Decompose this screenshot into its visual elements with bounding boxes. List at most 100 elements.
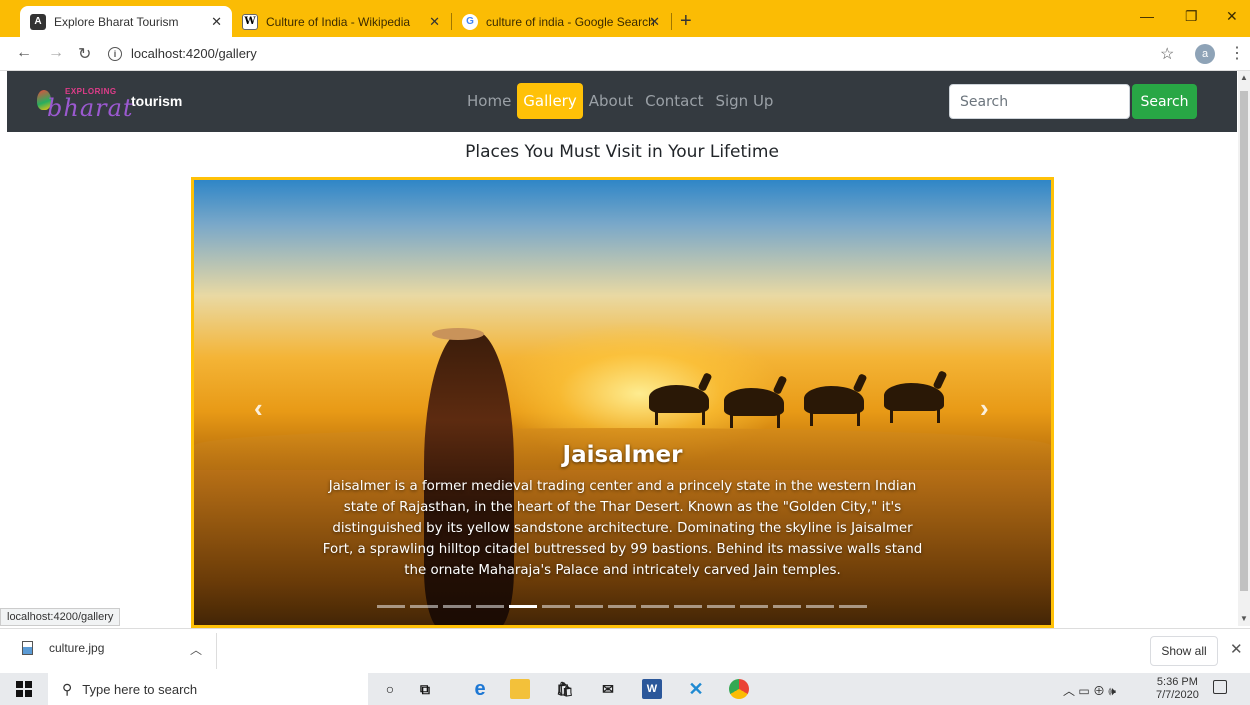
site-navbar: EXPLORING bharat tourism Home Gallery Ab… bbox=[7, 71, 1237, 132]
search-icon: ⚲ bbox=[62, 680, 73, 697]
notification-icon[interactable] bbox=[1213, 680, 1227, 694]
edge-icon[interactable]: e bbox=[470, 678, 490, 700]
minimize-icon[interactable]: — bbox=[1140, 8, 1154, 24]
store-icon[interactable]: 🛍 bbox=[555, 679, 575, 699]
tab-close-icon[interactable]: ✕ bbox=[649, 14, 660, 30]
mail-icon[interactable]: ✉ bbox=[598, 679, 618, 699]
task-view-icon[interactable]: ⧉ bbox=[415, 679, 435, 699]
menu-kebab-icon[interactable]: ⋮ bbox=[1229, 43, 1245, 63]
close-shelf-icon[interactable]: ✕ bbox=[1230, 640, 1243, 658]
scrollbar-thumb[interactable] bbox=[1240, 91, 1248, 591]
carousel-prev-icon[interactable]: ‹ bbox=[254, 393, 263, 424]
google-icon: G bbox=[462, 13, 478, 30]
carousel-indicators bbox=[377, 605, 867, 608]
page-title: Places You Must Visit in Your Lifetime bbox=[465, 142, 779, 162]
site-search-input[interactable] bbox=[949, 84, 1130, 119]
url-text: localhost:4200/gallery bbox=[131, 46, 257, 61]
address-bar: ← → ↻ i localhost:4200/gallery ☆ a ⋮ bbox=[0, 37, 1250, 71]
tab-title: culture of india - Google Search bbox=[486, 14, 655, 29]
carousel-indicator[interactable] bbox=[410, 605, 438, 608]
site-search-button[interactable]: Search bbox=[1132, 84, 1197, 119]
download-item[interactable]: culture.jpg bbox=[22, 641, 104, 655]
status-bar-url: localhost:4200/gallery bbox=[0, 608, 121, 626]
clock-date: 7/7/2020 bbox=[1156, 689, 1199, 701]
system-tray-icons[interactable]: ︿ ▭ ⊕ 🕪 bbox=[1063, 682, 1116, 699]
window-close-icon[interactable]: ✕ bbox=[1226, 8, 1238, 25]
restore-icon[interactable]: ❐ bbox=[1185, 8, 1198, 25]
camel-silhouette bbox=[884, 383, 944, 423]
brand-name: tourism bbox=[131, 93, 183, 109]
carousel-indicator[interactable] bbox=[773, 605, 801, 608]
tab-google-search[interactable]: G culture of india - Google Search ✕ bbox=[452, 6, 670, 37]
cortana-icon[interactable]: ○ bbox=[380, 679, 400, 699]
nav-sign-up[interactable]: Sign Up bbox=[709, 84, 779, 118]
chrome-icon[interactable] bbox=[729, 679, 749, 699]
carousel-indicator[interactable] bbox=[641, 605, 669, 608]
camel-silhouette bbox=[649, 385, 709, 425]
carousel-indicator[interactable] bbox=[443, 605, 471, 608]
info-icon[interactable]: i bbox=[108, 46, 122, 61]
chevron-up-icon[interactable]: ︿ bbox=[190, 641, 202, 658]
tab-close-icon[interactable]: ✕ bbox=[211, 14, 222, 30]
tab-title: Explore Bharat Tourism bbox=[54, 14, 179, 29]
browser-tab-strip: A Explore Bharat Tourism ✕ W Culture of … bbox=[0, 0, 1250, 37]
download-shelf: culture.jpg ︿ Show all ✕ bbox=[0, 628, 1250, 673]
tab-close-icon[interactable]: ✕ bbox=[429, 14, 440, 30]
forward-icon[interactable]: → bbox=[48, 44, 64, 62]
profile-avatar[interactable]: a bbox=[1195, 44, 1215, 64]
carousel-indicator[interactable] bbox=[839, 605, 867, 608]
file-explorer-icon[interactable] bbox=[510, 679, 530, 699]
clock-time: 5:36 PM bbox=[1156, 676, 1198, 688]
nav-contact[interactable]: Contact bbox=[639, 84, 709, 118]
new-tab-button[interactable]: + bbox=[680, 10, 692, 33]
carousel-next-icon[interactable]: › bbox=[980, 393, 989, 424]
bookmark-star-icon[interactable]: ☆ bbox=[1160, 44, 1174, 64]
download-filename: culture.jpg bbox=[49, 641, 105, 655]
rider-hat bbox=[432, 328, 484, 340]
camel-silhouette bbox=[804, 386, 864, 426]
logo-bharat-text: bharat bbox=[47, 94, 134, 122]
nav-about[interactable]: About bbox=[583, 84, 639, 118]
carousel-indicator[interactable] bbox=[509, 605, 537, 608]
carousel-indicator[interactable] bbox=[740, 605, 768, 608]
taskbar-clock[interactable]: 5:36 PM 7/7/2020 bbox=[1156, 676, 1199, 702]
windows-taskbar: ⚲ Type here to search ○ ⧉ e 🛍 ✉ W ✕ ︿ ▭ … bbox=[0, 673, 1250, 705]
word-icon[interactable]: W bbox=[642, 679, 662, 699]
show-all-button[interactable]: Show all bbox=[1150, 636, 1218, 666]
carousel-indicator[interactable] bbox=[575, 605, 603, 608]
carousel-indicator[interactable] bbox=[707, 605, 735, 608]
wikipedia-icon: W bbox=[242, 13, 258, 30]
image-carousel: ‹ › Jaisalmer Jaisalmer is a former medi… bbox=[191, 177, 1054, 628]
tab-separator bbox=[671, 13, 672, 30]
scroll-up-icon[interactable]: ▲ bbox=[1240, 73, 1248, 82]
windows-start-icon[interactable] bbox=[16, 681, 32, 697]
carousel-caption: Jaisalmer Jaisalmer is a former medieval… bbox=[194, 442, 1051, 581]
back-icon[interactable]: ← bbox=[16, 44, 32, 62]
carousel-indicator[interactable] bbox=[377, 605, 405, 608]
carousel-indicator[interactable] bbox=[542, 605, 570, 608]
nav-home[interactable]: Home bbox=[461, 84, 517, 118]
carousel-indicator[interactable] bbox=[608, 605, 636, 608]
page-scrollbar[interactable]: ▲ ▼ bbox=[1238, 71, 1250, 626]
image-file-icon bbox=[22, 641, 33, 655]
taskbar-search-placeholder: Type here to search bbox=[82, 681, 198, 697]
divider bbox=[216, 633, 217, 669]
vscode-icon[interactable]: ✕ bbox=[686, 679, 706, 699]
taskbar-search-box[interactable]: ⚲ Type here to search bbox=[48, 673, 368, 705]
main-menu: Home Gallery About Contact Sign Up bbox=[461, 83, 779, 119]
carousel-indicator[interactable] bbox=[674, 605, 702, 608]
tab-explore-bharat[interactable]: A Explore Bharat Tourism ✕ bbox=[20, 6, 232, 37]
scroll-down-icon[interactable]: ▼ bbox=[1240, 614, 1248, 623]
tab-title: Culture of India - Wikipedia bbox=[266, 14, 411, 29]
reload-icon[interactable]: ↻ bbox=[78, 44, 91, 64]
logo-image: EXPLORING bharat bbox=[35, 82, 134, 122]
site-logo[interactable]: EXPLORING bharat tourism bbox=[35, 82, 183, 122]
tab-wikipedia[interactable]: W Culture of India - Wikipedia ✕ bbox=[232, 6, 450, 37]
angular-icon: A bbox=[30, 13, 46, 30]
nav-gallery[interactable]: Gallery bbox=[517, 83, 583, 119]
slide-description: Jaisalmer is a former medieval trading c… bbox=[322, 479, 923, 578]
camel-silhouette bbox=[724, 388, 784, 428]
carousel-indicator[interactable] bbox=[476, 605, 504, 608]
carousel-indicator[interactable] bbox=[806, 605, 834, 608]
url-field[interactable]: i localhost:4200/gallery bbox=[108, 46, 257, 61]
